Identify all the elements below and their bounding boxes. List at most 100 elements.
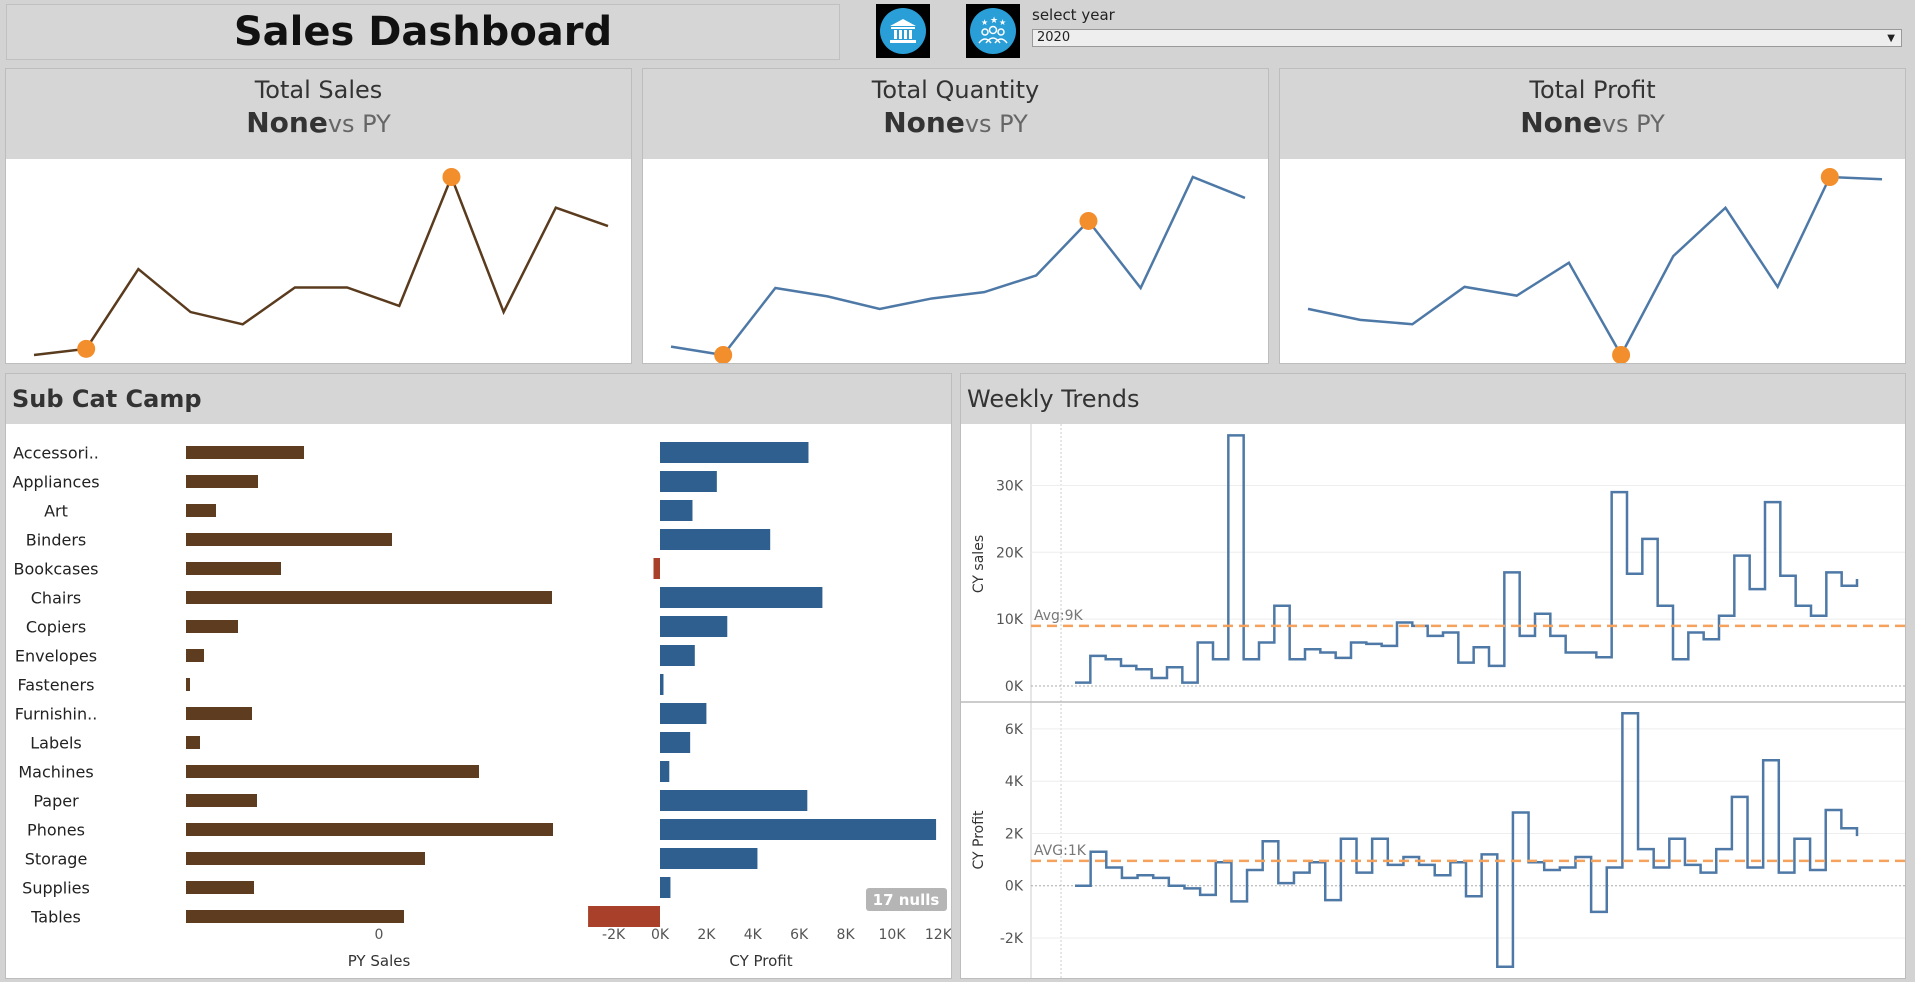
kpi-title: Total Profit — [1529, 76, 1656, 104]
kpi-max-marker[interactable] — [1079, 211, 1098, 230]
y-axis-label: CY sales — [971, 535, 987, 593]
category-label: Phones — [27, 821, 85, 840]
py-sales-bar[interactable] — [186, 446, 304, 459]
category-label: Labels — [30, 734, 82, 753]
y-tick-label: 6K — [1005, 722, 1024, 738]
y-tick-label: 30K — [996, 478, 1024, 494]
cy-profit-bar[interactable] — [660, 645, 695, 666]
py-sales-bar[interactable] — [186, 910, 404, 923]
cy-profit-bar[interactable] — [660, 442, 809, 463]
average-label: Avg:9K — [1034, 608, 1084, 624]
y-axis-label: CY Profit — [971, 810, 987, 870]
cy-profit-bar[interactable] — [660, 877, 671, 898]
cy-axis-tick: 10K — [879, 927, 907, 943]
nulls-badge-text: 17 nulls — [873, 891, 940, 909]
weekly-title: Weekly Trends — [961, 374, 1905, 424]
cy-profit-bar[interactable] — [588, 906, 660, 927]
chevron-down-icon: ▼ — [1887, 33, 1895, 44]
y-tick-label: 0K — [1005, 879, 1024, 895]
category-label: Accessori.. — [13, 444, 99, 463]
svg-text:★: ★ — [999, 18, 1006, 27]
cy-profit-bar[interactable] — [660, 674, 664, 695]
category-label: Chairs — [31, 589, 81, 608]
py-sales-bar[interactable] — [186, 649, 204, 662]
cy-axis-label: CY Profit — [729, 952, 792, 970]
team-awards-icon-button[interactable]: ★ ★ ★ — [966, 4, 1020, 58]
cy-axis-tick: -2K — [602, 927, 626, 943]
cy-profit-bar[interactable] — [660, 790, 808, 811]
cy-profit-bar[interactable] — [653, 558, 660, 579]
py-sales-bar[interactable] — [186, 736, 200, 749]
y-tick-label: 2K — [1005, 826, 1024, 842]
kpi-suffix: vs PY — [964, 110, 1028, 138]
nulls-badge[interactable]: 17 nulls — [866, 888, 947, 911]
cy-profit-bar[interactable] — [660, 761, 670, 782]
py-sales-bar[interactable] — [186, 562, 281, 575]
cy-profit-bar[interactable] — [660, 616, 728, 637]
py-sales-bar[interactable] — [186, 678, 190, 691]
py-sales-bar[interactable] — [186, 823, 553, 836]
subcat-panel: Sub Cat Camp Accessori.. Appliances Art Bin… — [5, 373, 953, 979]
py-sales-bar[interactable] — [186, 533, 392, 546]
kpi-sparkline — [670, 175, 1246, 363]
cy-profit-bar[interactable] — [660, 529, 771, 550]
profit-step-line[interactable] — [1075, 711, 1859, 969]
py-sales-bar[interactable] — [186, 504, 216, 517]
category-label: Fasteners — [18, 676, 95, 695]
cy-profit-bar[interactable] — [660, 500, 693, 521]
cy-profit-bar[interactable] — [660, 703, 707, 724]
kpi-max-marker[interactable] — [442, 168, 461, 186]
svg-text:★: ★ — [981, 18, 988, 27]
weekly-chart: 0K 10K 20K 30K CY sales Avg:9K -2K 0K 2K 4K 6K CY P… — [961, 424, 1905, 978]
category-label: Envelopes — [15, 647, 97, 666]
py-sales-bar[interactable] — [186, 881, 254, 894]
kpi-value: None — [1520, 106, 1602, 139]
y-tick-label: 20K — [996, 545, 1024, 561]
py-sales-bar[interactable] — [186, 794, 257, 807]
category-label: Storage — [25, 850, 88, 869]
kpi-max-marker[interactable] — [1820, 168, 1839, 186]
py-sales-bar[interactable] — [186, 852, 425, 865]
kpi-value: None — [246, 106, 328, 139]
kpi-title: Total Sales — [254, 76, 383, 104]
category-label: Furnishin.. — [15, 705, 98, 724]
kpi-line — [33, 173, 609, 357]
kpi-suffix: vs PY — [1601, 110, 1665, 138]
bank-icon — [880, 8, 926, 54]
y-tick-label: 10K — [996, 612, 1024, 628]
weekly-panel: Weekly Trends 0K 10K 20K 30K CY sales Avg:9K -… — [960, 373, 1906, 979]
y-tick-label: 0K — [1005, 679, 1024, 695]
cy-profit-bar[interactable] — [660, 732, 691, 753]
kpi-min-marker[interactable] — [77, 339, 96, 358]
py-sales-bar[interactable] — [186, 707, 252, 720]
cy-profit-bar[interactable] — [660, 819, 937, 840]
average-label: AVG:1K — [1034, 843, 1087, 859]
kpi-suffix: vs PY — [327, 110, 391, 138]
bank-icon-button[interactable] — [876, 4, 930, 58]
sales-step-line[interactable] — [1075, 434, 1859, 684]
category-label: Appliances — [12, 473, 99, 492]
py-sales-bar[interactable] — [186, 765, 479, 778]
cy-profit-bar[interactable] — [660, 848, 758, 869]
year-select[interactable]: 2020 ▼ — [1032, 29, 1902, 47]
cy-profit-bar[interactable] — [660, 587, 823, 608]
cy-profit-bar[interactable] — [660, 471, 717, 492]
category-label: Paper — [33, 792, 79, 811]
kpi-card-profit: Total Profit Nonevs PY — [1279, 68, 1906, 364]
kpi-min-marker[interactable] — [1612, 346, 1631, 363]
category-label: Bookcases — [14, 560, 99, 579]
cy-axis-tick: 12K — [925, 927, 951, 943]
cy-axis-tick: 8K — [837, 927, 856, 943]
py-sales-bar[interactable] — [186, 475, 258, 488]
y-tick-label: -2K — [1000, 931, 1024, 947]
py-axis-label: PY Sales — [348, 952, 411, 970]
page-title: Sales Dashboard — [233, 9, 613, 55]
category-label: Copiers — [26, 618, 86, 637]
category-label: Art — [44, 502, 68, 521]
py-sales-bar[interactable] — [186, 620, 238, 633]
py-sales-bar[interactable] — [186, 591, 552, 604]
team-awards-icon: ★ ★ ★ — [970, 8, 1016, 54]
cy-axis-tick: 0K — [651, 927, 670, 943]
category-label: Tables — [30, 908, 81, 927]
category-label: Machines — [18, 763, 93, 782]
